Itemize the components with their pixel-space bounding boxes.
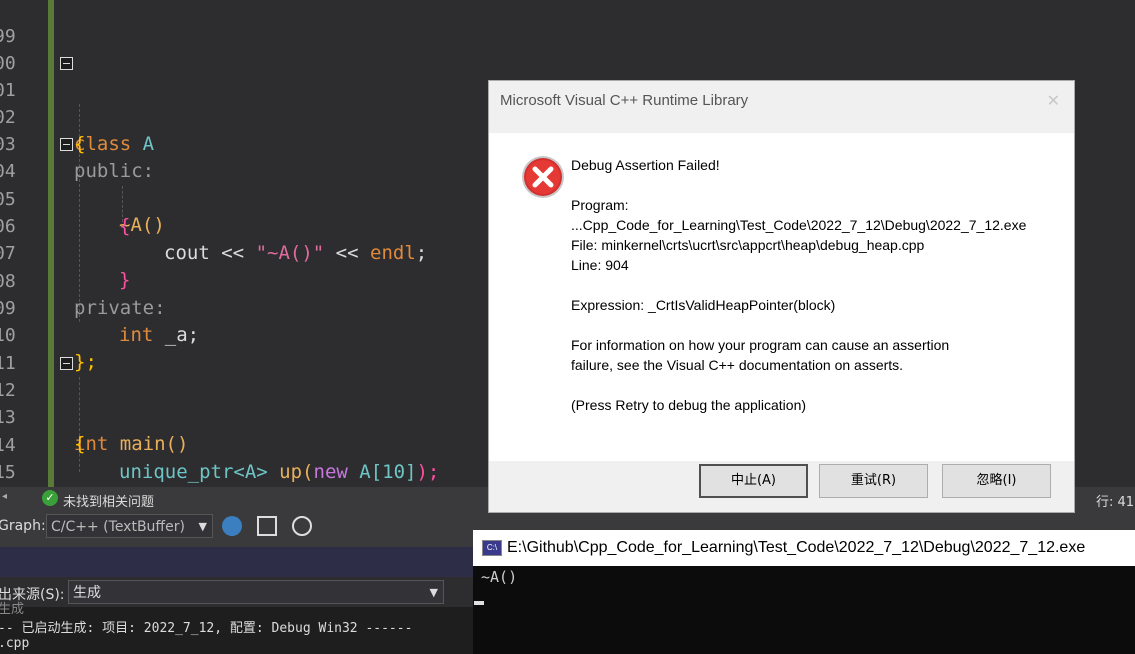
code-line[interactable]: 10 }; — [0, 295, 97, 373]
expression-text: Expression: _CrtIsValidHeapPointer(block… — [571, 297, 836, 313]
keyword: new — [313, 461, 348, 483]
semicolon: ; — [415, 242, 428, 264]
fold-toggle-icon[interactable] — [60, 357, 73, 370]
code-line[interactable]: 13 { — [0, 377, 85, 455]
access-specifier: private: — [74, 297, 166, 319]
code-line[interactable]: 05 { — [0, 159, 130, 237]
dialog-heading: Debug Assertion Failed! — [571, 157, 720, 173]
code-line[interactable]: 15 return 0; — [0, 432, 222, 510]
output-panel-header: 出来源(S): 生成 ▼ — [0, 577, 475, 607]
function-name: main() — [119, 433, 189, 455]
assertion-dialog: Microsoft Visual C++ Runtime Library ✕ D… — [488, 80, 1075, 513]
code-line[interactable]: 08 private: — [0, 241, 166, 319]
graph-tool-icon[interactable] — [222, 516, 242, 536]
brace: } — [119, 269, 131, 291]
retry-button[interactable]: 重试(R) — [819, 464, 928, 498]
scroll-left-icon[interactable]: ◂ — [2, 491, 7, 502]
string-literal: "~A()" — [255, 242, 325, 264]
console-output-line: ~A() — [481, 568, 518, 586]
error-icon — [522, 156, 564, 198]
console-app-icon: C:\ — [482, 540, 502, 556]
graph-settings-icon[interactable] — [292, 516, 312, 536]
code-line[interactable]: 01 class A — [0, 50, 154, 155]
code-line[interactable]: 07 } — [0, 213, 130, 291]
console-cursor — [474, 601, 484, 605]
code-line[interactable]: 99 — [0, 0, 46, 47]
code-line[interactable]: 16 } — [0, 459, 85, 537]
output-source-select[interactable]: 生成 ▼ — [68, 580, 444, 604]
fold-toggle-icon[interactable] — [60, 138, 73, 151]
output-line: -- 已启动生成: 项目: 2022_7_12, 配置: Debug Win32… — [0, 621, 413, 636]
ignore-button[interactable]: 忽略(I) — [942, 464, 1051, 498]
check-circle-icon: ✓ — [42, 490, 58, 506]
graph-select[interactable]: C/C++ (TextBuffer) ▼ — [46, 514, 213, 538]
line-position: 行: 41 — [1095, 495, 1134, 510]
console-title: E:\Github\Cpp_Code_for_Learning\Test_Cod… — [507, 539, 1086, 556]
graph-label: Graph: — [0, 518, 46, 534]
brace: { — [74, 433, 86, 455]
brace: { — [74, 133, 86, 155]
info-text: For information on how your program can … — [571, 337, 950, 353]
info-text: failure, see the Visual C++ documentatio… — [571, 357, 904, 373]
brace: { — [119, 215, 131, 237]
console-window[interactable]: ~A() — [473, 566, 1135, 654]
brace: }; — [74, 351, 97, 373]
code-line[interactable]: 12 int main() — [0, 350, 188, 455]
close-icon[interactable]: ✕ — [1047, 91, 1060, 111]
operator: << — [221, 242, 245, 264]
line-number-text: Line: 904 — [571, 257, 629, 273]
identifier: endl — [370, 242, 416, 264]
keyword: int — [119, 324, 154, 346]
identifier: up( — [279, 461, 314, 483]
code-line[interactable]: 11 — [0, 323, 46, 374]
array-expr: A[10] — [359, 461, 417, 483]
paren: ); — [416, 461, 440, 483]
abort-button[interactable]: 中止(A) — [699, 464, 808, 498]
code-line[interactable]: 09 int _a; — [0, 268, 199, 346]
change-marker-bar — [48, 0, 54, 487]
access-specifier: public: — [74, 160, 155, 182]
template-arg: <A> — [233, 461, 268, 483]
output-line: .cpp — [0, 636, 30, 651]
code-line[interactable]: 06 cout << "~A()" << endl; — [0, 186, 427, 264]
code-line[interactable]: 04 ~A() — [0, 131, 165, 236]
output-source-value: 生成 — [73, 585, 101, 601]
type-name: unique_ptr — [119, 461, 234, 483]
code-line[interactable]: 02 { — [0, 77, 85, 155]
chevron-down-icon: ▼ — [429, 586, 438, 599]
code-line[interactable]: 03 public: — [0, 104, 154, 182]
file-path: File: minkernel\crts\ucrt\src\appcrt\hea… — [571, 237, 925, 253]
program-label: Program: — [571, 197, 629, 213]
output-line: 生成 — [0, 602, 25, 617]
issues-status[interactable]: 未找到相关问题 — [63, 491, 154, 510]
identifier: _a; — [164, 324, 200, 346]
program-path: ...Cpp_Code_for_Learning\Test_Code\2022_… — [571, 217, 1027, 233]
identifier: cout — [164, 242, 210, 264]
class-name: A — [142, 133, 155, 155]
dialog-body: Debug Assertion Failed! Program: ...Cpp_… — [489, 133, 1074, 463]
code-line[interactable]: 00 — [0, 23, 46, 74]
graph-layout-icon[interactable] — [257, 516, 277, 536]
console-titlebar[interactable]: C:\ E:\Github\Cpp_Code_for_Learning\Test… — [473, 530, 1135, 566]
output-panel[interactable]: 生成 -- 已启动生成: 项目: 2022_7_12, 配置: Debug Wi… — [0, 602, 475, 654]
graph-select-value: C/C++ (TextBuffer) — [51, 519, 185, 535]
dialog-title: Microsoft Visual C++ Runtime Library — [500, 92, 749, 109]
operator: << — [335, 242, 359, 264]
fold-toggle-icon[interactable] — [60, 57, 73, 70]
code-line[interactable]: 14 unique_ptr<A> up(new A[10]); — [0, 405, 439, 483]
chevron-down-icon: ▼ — [198, 520, 207, 533]
retry-hint: (Press Retry to debug the application) — [571, 397, 807, 413]
